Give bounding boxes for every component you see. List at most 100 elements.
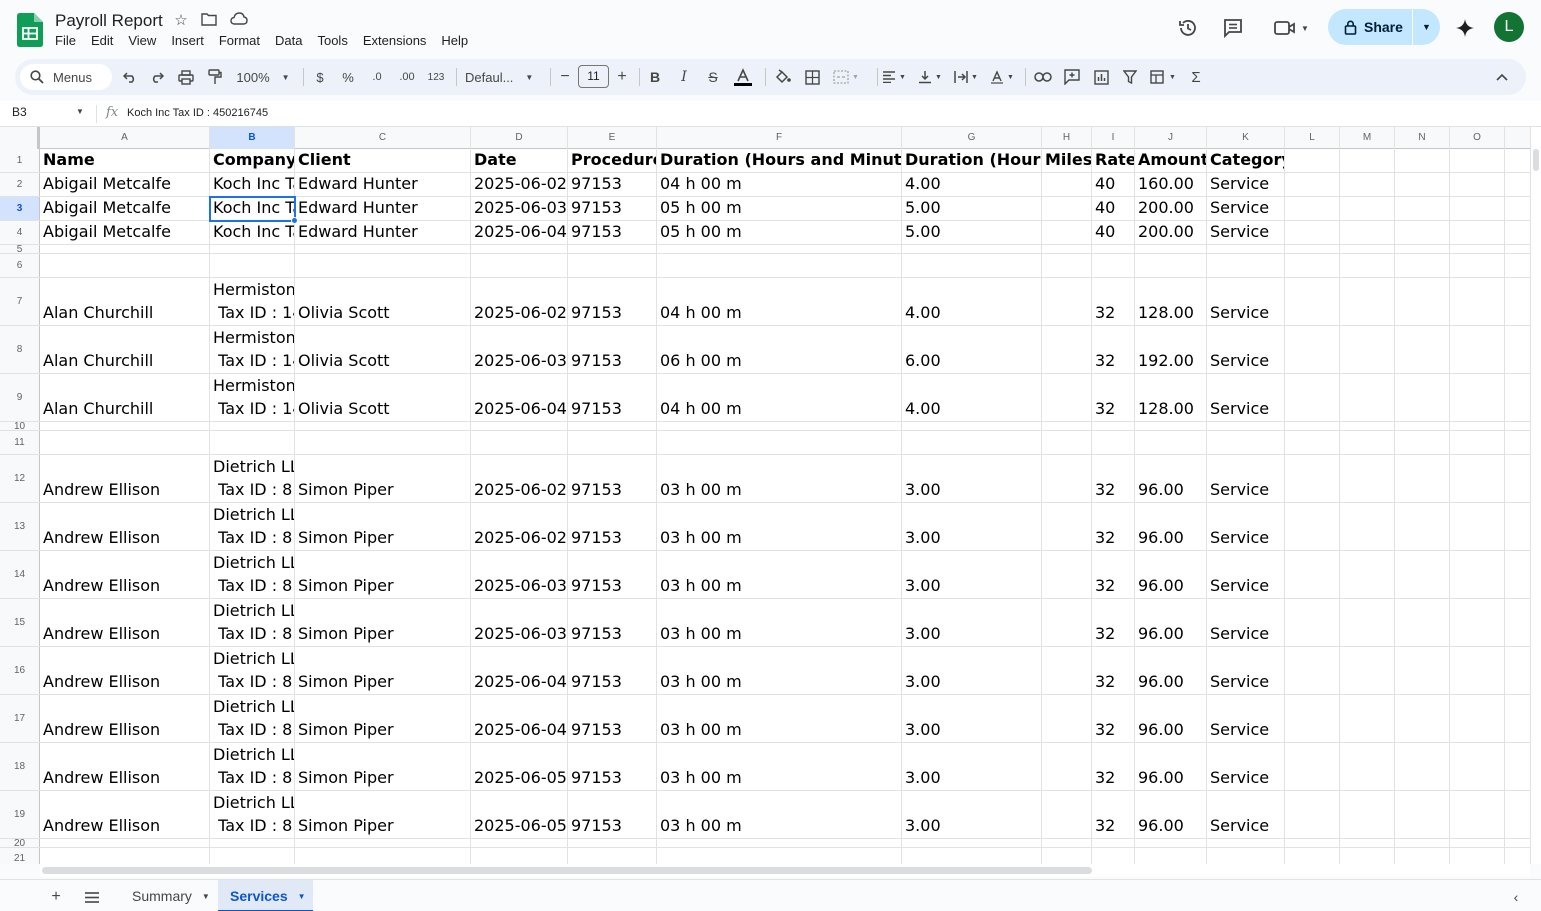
cell-d9[interactable]: 2025-06-04 xyxy=(471,374,568,421)
cell-k18[interactable]: Service xyxy=(1207,743,1285,790)
cell-i14[interactable]: 32 xyxy=(1092,551,1135,598)
cell-k2[interactable]: Service xyxy=(1207,173,1285,196)
increase-font-size-icon[interactable]: + xyxy=(613,59,631,95)
menu-format[interactable]: Format xyxy=(219,32,260,50)
cell-m17[interactable] xyxy=(1340,695,1395,742)
cell-m11[interactable] xyxy=(1340,431,1395,454)
cell-b7[interactable]: Hermiston Tax ID : 14 xyxy=(210,278,295,325)
cell-l21[interactable] xyxy=(1285,848,1340,864)
cell-k3[interactable]: Service xyxy=(1207,197,1285,220)
cell-l8[interactable] xyxy=(1285,326,1340,373)
cell-g12[interactable]: 3.00 xyxy=(902,455,1042,502)
cell-e18[interactable]: 97153 xyxy=(568,743,657,790)
share-button[interactable]: Share ▼ xyxy=(1328,9,1440,45)
spreadsheet-grid[interactable]: ABCDEFGHIJKLMNO 1 Name Company Client Date Pr… xyxy=(0,127,1530,864)
cell-g18[interactable]: 3.00 xyxy=(902,743,1042,790)
cell-c9[interactable]: Olivia Scott xyxy=(295,374,471,421)
cell-d7[interactable]: 2025-06-02 xyxy=(471,278,568,325)
cell-o13[interactable] xyxy=(1450,503,1505,550)
font-family-select[interactable]: Defaul... ▼ xyxy=(465,59,541,95)
cell-g13[interactable]: 3.00 xyxy=(902,503,1042,550)
undo-icon[interactable] xyxy=(118,59,142,95)
functions-icon[interactable]: Σ xyxy=(1185,59,1207,95)
cell-o18[interactable] xyxy=(1450,743,1505,790)
cell-f13[interactable]: 03 h 00 m xyxy=(657,503,902,550)
cell-o1[interactable] xyxy=(1450,149,1505,172)
cell-l18[interactable] xyxy=(1285,743,1340,790)
cell-f21[interactable] xyxy=(657,848,902,864)
cell-i13[interactable]: 32 xyxy=(1092,503,1135,550)
vertical-scrollbar[interactable] xyxy=(1530,127,1541,864)
filter-views-icon[interactable]: ▼ xyxy=(1146,59,1180,95)
text-rotation-icon[interactable]: ▼ xyxy=(986,59,1018,95)
cell-k20[interactable] xyxy=(1207,839,1285,847)
cell-j5[interactable] xyxy=(1135,245,1207,253)
cell-f7[interactable]: 04 h 00 m xyxy=(657,278,902,325)
select-all-corner[interactable] xyxy=(0,127,40,149)
all-sheets-menu-icon[interactable] xyxy=(80,885,104,909)
cell-f8[interactable]: 06 h 00 m xyxy=(657,326,902,373)
cell-e14[interactable]: 97153 xyxy=(568,551,657,598)
cell-j4[interactable]: 200.00 xyxy=(1135,221,1207,244)
cell-l13[interactable] xyxy=(1285,503,1340,550)
cell-n13[interactable] xyxy=(1395,503,1450,550)
row-header[interactable]: 16 xyxy=(0,647,40,694)
cell-f11[interactable] xyxy=(657,431,902,454)
cell-m5[interactable] xyxy=(1340,245,1395,253)
row-header[interactable]: 14 xyxy=(0,551,40,598)
cell-j6[interactable] xyxy=(1135,254,1207,277)
cell-k9[interactable]: Service xyxy=(1207,374,1285,421)
cell-g4[interactable]: 5.00 xyxy=(902,221,1042,244)
cell-a5[interactable] xyxy=(40,245,210,253)
fill-handle[interactable] xyxy=(291,217,298,224)
cell-n7[interactable] xyxy=(1395,278,1450,325)
menu-help[interactable]: Help xyxy=(441,32,468,50)
cell-n8[interactable] xyxy=(1395,326,1450,373)
cell-l4[interactable] xyxy=(1285,221,1340,244)
bold-icon[interactable]: B xyxy=(645,59,665,95)
format-currency-button[interactable]: $ xyxy=(309,59,331,95)
cell-i18[interactable]: 32 xyxy=(1092,743,1135,790)
cell-g2[interactable]: 4.00 xyxy=(902,173,1042,196)
cell-k8[interactable]: Service xyxy=(1207,326,1285,373)
cell-d21[interactable] xyxy=(471,848,568,864)
cell-l1[interactable] xyxy=(1285,149,1340,172)
cell-g11[interactable] xyxy=(902,431,1042,454)
cell-a13[interactable]: Andrew Ellison xyxy=(40,503,210,550)
explore-chevron-left-icon[interactable]: ‹ xyxy=(1504,885,1528,909)
cell-a19[interactable]: Andrew Ellison xyxy=(40,791,210,838)
cell-f16[interactable]: 03 h 00 m xyxy=(657,647,902,694)
cell-n6[interactable] xyxy=(1395,254,1450,277)
cell-d14[interactable]: 2025-06-03 xyxy=(471,551,568,598)
cell-g16[interactable]: 3.00 xyxy=(902,647,1042,694)
cell-o17[interactable] xyxy=(1450,695,1505,742)
fill-color-icon[interactable] xyxy=(771,59,795,95)
cell-a1[interactable]: Name xyxy=(40,149,210,172)
cell-c13[interactable]: Simon Piper xyxy=(295,503,471,550)
column-header-n[interactable]: N xyxy=(1395,127,1450,149)
cell-e21[interactable] xyxy=(568,848,657,864)
row-header[interactable]: 18 xyxy=(0,743,40,790)
cell-b17[interactable]: Dietrich LL Tax ID : 81 xyxy=(210,695,295,742)
insert-comment-icon[interactable] xyxy=(1060,59,1084,95)
cell-k12[interactable]: Service xyxy=(1207,455,1285,502)
cell-a3[interactable]: Abigail Metcalfe xyxy=(40,197,210,220)
cell-a7[interactable]: Alan Churchill xyxy=(40,278,210,325)
cell-o10[interactable] xyxy=(1450,422,1505,430)
cell-h10[interactable] xyxy=(1042,422,1092,430)
cell-m9[interactable] xyxy=(1340,374,1395,421)
cell-d5[interactable] xyxy=(471,245,568,253)
cell-c15[interactable]: Simon Piper xyxy=(295,599,471,646)
cell-d3[interactable]: 2025-06-03 xyxy=(471,197,568,220)
cell-j15[interactable]: 96.00 xyxy=(1135,599,1207,646)
cell-m4[interactable] xyxy=(1340,221,1395,244)
name-box[interactable]: B3 xyxy=(12,105,27,119)
column-header-g[interactable]: G xyxy=(902,127,1042,149)
cell-j8[interactable]: 192.00 xyxy=(1135,326,1207,373)
row-header[interactable]: 7 xyxy=(0,278,40,325)
column-header-l[interactable]: L xyxy=(1285,127,1340,149)
print-icon[interactable] xyxy=(174,59,198,95)
cell-k11[interactable] xyxy=(1207,431,1285,454)
cell-o11[interactable] xyxy=(1450,431,1505,454)
cell-o16[interactable] xyxy=(1450,647,1505,694)
